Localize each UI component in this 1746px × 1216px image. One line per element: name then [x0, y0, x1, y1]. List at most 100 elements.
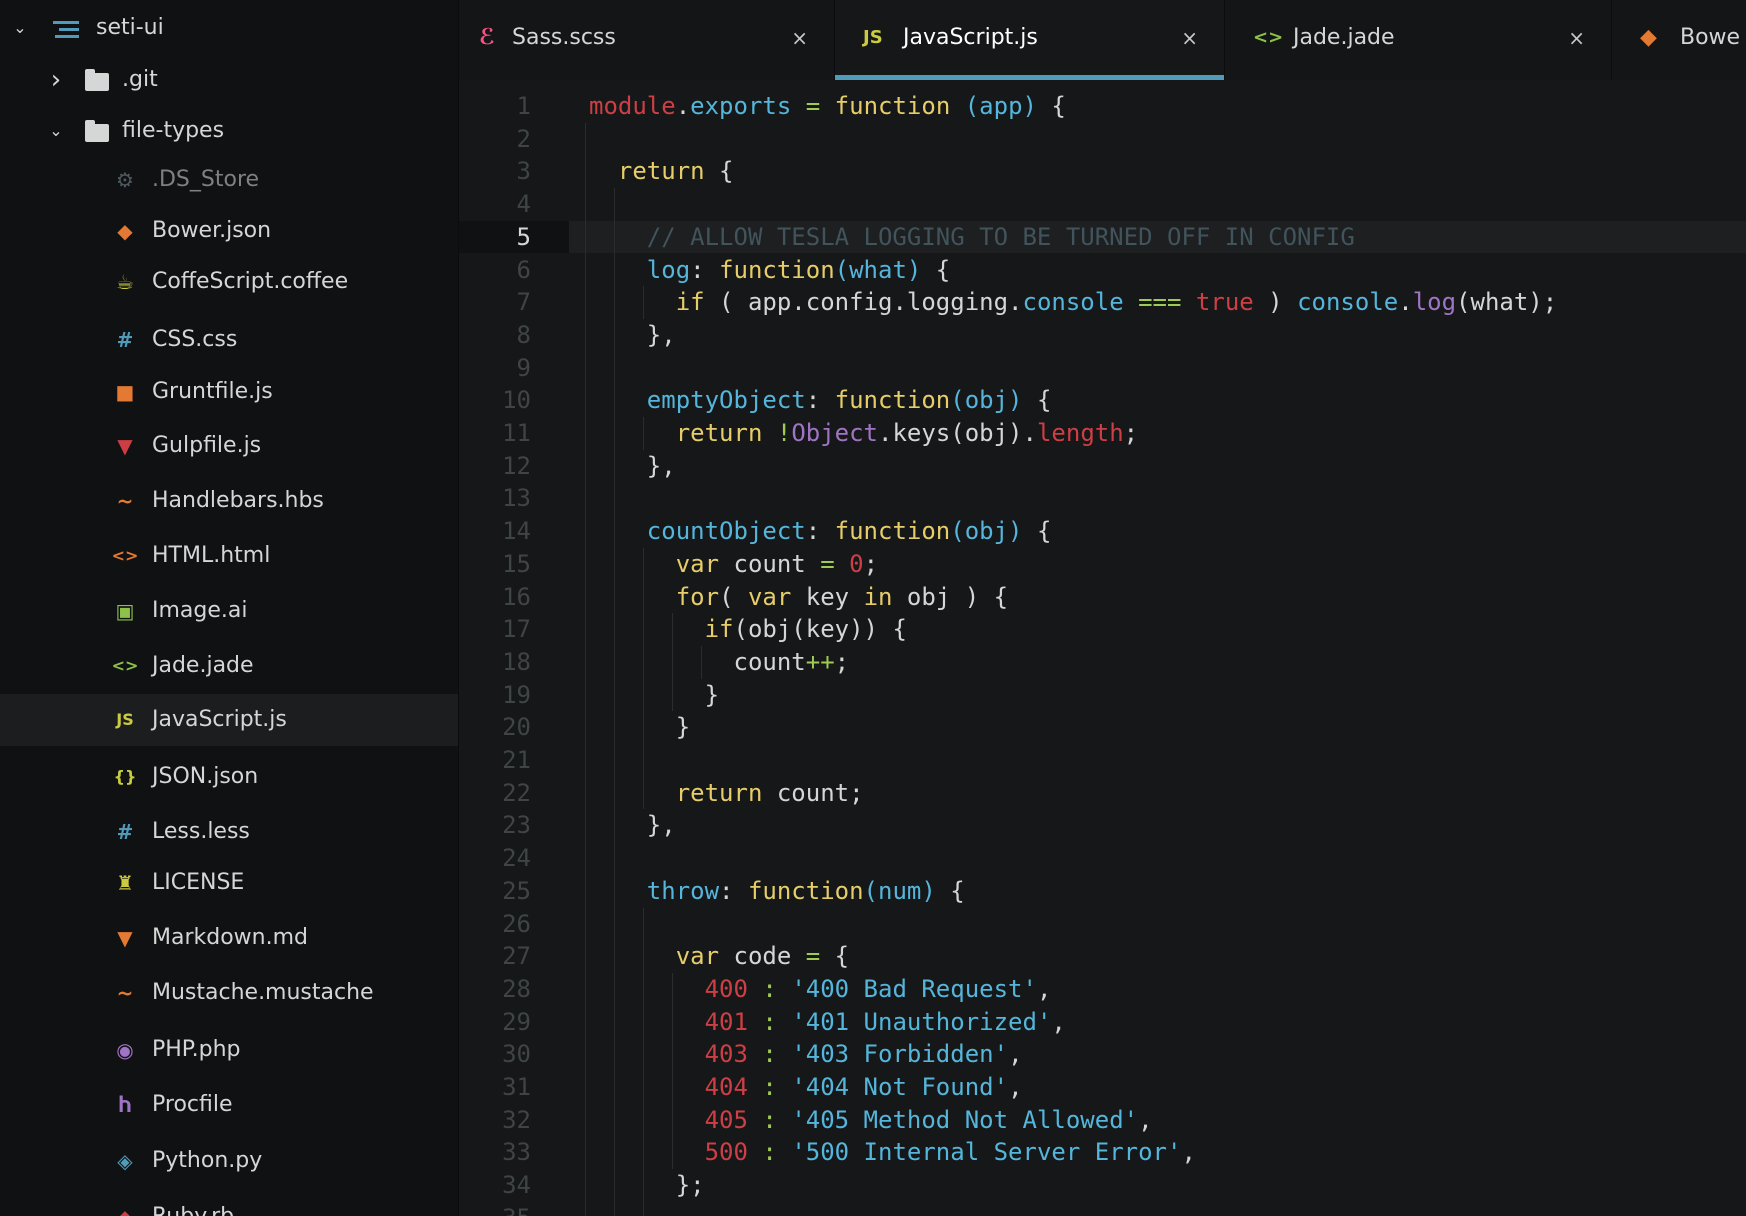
- tree-file[interactable]: # CSS.css: [0, 314, 458, 366]
- sass-icon: ℰ: [479, 25, 496, 50]
- tree-file[interactable]: ♜ LICENSE: [0, 857, 458, 909]
- tab-jade-jade[interactable]: <> Jade.jade ×: [1225, 0, 1612, 80]
- tree-item-label: Gruntfile.js: [152, 379, 273, 404]
- tree-file[interactable]: ▼ Gulpfile.js: [0, 420, 458, 472]
- code-line[interactable]: 9: [459, 352, 1746, 385]
- tree-file[interactable]: ◆ Bower.json: [0, 205, 458, 257]
- code-line[interactable]: 14 countObject: function(obj) {: [459, 515, 1746, 548]
- tree-file[interactable]: ◈ Python.py: [0, 1135, 458, 1187]
- tree-file[interactable]: Ⴙ Procfile: [0, 1079, 458, 1131]
- tree-view[interactable]: ⌄ seti-ui › .git ⌄ file-types ⚙ .DS_Store ◆ Bow…: [0, 0, 459, 1216]
- code-line[interactable]: 11 return !Object.keys(obj).length;: [459, 417, 1746, 450]
- code-line[interactable]: 35: [459, 1202, 1746, 1216]
- code-line[interactable]: 15 var count = 0;: [459, 548, 1746, 581]
- tree-file[interactable]: ⚙ .DS_Store: [0, 154, 458, 206]
- tree-folder[interactable]: › .git: [0, 54, 458, 106]
- code-line[interactable]: 5 // ALLOW TESLA LOGGING TO BE TURNED OF…: [459, 221, 1746, 254]
- code-line[interactable]: 19 }: [459, 679, 1746, 712]
- line-number: 26: [502, 909, 531, 938]
- tree-file[interactable]: ~ Mustache.mustache: [0, 967, 458, 1019]
- editor-window: ⌄ seti-ui › .git ⌄ file-types ⚙ .DS_Store ◆ Bow…: [0, 0, 1746, 1216]
- code-token: '403 Forbidden': [791, 1040, 1009, 1069]
- python-icon: ◈: [117, 1149, 133, 1173]
- tree-file[interactable]: # Less.less: [0, 806, 458, 858]
- tree-item-label: Jade.jade: [152, 653, 254, 678]
- chevron-down-icon[interactable]: ⌄: [10, 2, 30, 54]
- code-line[interactable]: 34 };: [459, 1169, 1746, 1202]
- code-token: :: [762, 1040, 777, 1069]
- code-token: key: [791, 582, 864, 611]
- code-line[interactable]: 30 403 : '403 Forbidden',: [459, 1038, 1746, 1071]
- tree-item-label: CSS.css: [152, 327, 238, 352]
- code-line[interactable]: 6 log: function(what) {: [459, 254, 1746, 287]
- code-text: 405 : '405 Method Not Allowed',: [589, 1104, 1153, 1137]
- code-line[interactable]: 31 404 : '404 Not Found',: [459, 1071, 1746, 1104]
- tree-folder[interactable]: ⌄ file-types: [0, 105, 458, 157]
- close-icon[interactable]: ×: [791, 0, 808, 76]
- tree-file[interactable]: ◆ Ruby.rb: [0, 1191, 458, 1216]
- code-line[interactable]: 26: [459, 908, 1746, 941]
- code-line[interactable]: 33 500 : '500 Internal Server Error',: [459, 1136, 1746, 1169]
- tree-file[interactable]: <> HTML.html: [0, 530, 458, 582]
- code-line[interactable]: 28 400 : '400 Bad Request',: [459, 973, 1746, 1006]
- code-token: '405 Method Not Allowed': [791, 1105, 1139, 1134]
- tab-sass-scss[interactable]: ℰ Sass.scss ×: [459, 0, 835, 80]
- line-number: 15: [502, 549, 531, 578]
- tree-file[interactable]: ◉ PHP.php: [0, 1024, 458, 1076]
- code-editor[interactable]: 1 module.exports = function (app) {2 3 ret…: [459, 80, 1746, 1216]
- close-icon[interactable]: ×: [1568, 0, 1585, 76]
- tab-bowe[interactable]: ◆ Bowe: [1612, 0, 1746, 80]
- chevron-down-icon[interactable]: ⌄: [46, 105, 66, 157]
- tab-javascript-js[interactable]: JS JavaScript.js ×: [835, 0, 1225, 80]
- line-number: 9: [516, 353, 531, 382]
- tree-file[interactable]: ▣ Image.ai: [0, 585, 458, 637]
- code-line[interactable]: 8 },: [459, 319, 1746, 352]
- tree-file[interactable]: ■ Gruntfile.js: [0, 366, 458, 418]
- code-line[interactable]: 16 for( var key in obj ) {: [459, 581, 1746, 614]
- code-token: 400: [704, 974, 748, 1003]
- code-line[interactable]: 32 405 : '405 Method Not Allowed',: [459, 1104, 1746, 1137]
- code-token: .keys(obj).: [878, 419, 1037, 447]
- tree-file[interactable]: ~ Handlebars.hbs: [0, 475, 458, 527]
- code-line[interactable]: 2: [459, 123, 1746, 156]
- tree-file[interactable]: {} JSON.json: [0, 751, 458, 803]
- tree-file[interactable]: JS JavaScript.js: [0, 694, 458, 746]
- code-text: 404 : '404 Not Found',: [589, 1071, 1023, 1104]
- code-line[interactable]: 24: [459, 842, 1746, 875]
- tree-item-label: Markdown.md: [152, 925, 308, 950]
- code-token: Object: [791, 419, 879, 447]
- code-line[interactable]: 25 throw: function(num) {: [459, 875, 1746, 908]
- code-line[interactable]: 17 if(obj(key)) {: [459, 613, 1746, 646]
- code-line[interactable]: 27 var code = {: [459, 940, 1746, 973]
- code-line[interactable]: 21: [459, 744, 1746, 777]
- code-line[interactable]: 3 return {: [459, 155, 1746, 188]
- tree-root-seti-ui[interactable]: ⌄ seti-ui: [0, 2, 458, 54]
- code-token: in: [863, 582, 893, 611]
- code-line[interactable]: 13: [459, 482, 1746, 515]
- tab-label: Sass.scss: [512, 25, 616, 50]
- chevron-right-icon[interactable]: ›: [46, 54, 66, 106]
- code-line[interactable]: 23 },: [459, 809, 1746, 842]
- tree-file[interactable]: <> Jade.jade: [0, 640, 458, 692]
- tree-file[interactable]: ☕ CoffeScript.coffee: [0, 256, 458, 308]
- code-line[interactable]: 12 },: [459, 450, 1746, 483]
- tree-file[interactable]: ▼ Markdown.md: [0, 912, 458, 964]
- code-token: (obj): [950, 517, 1023, 546]
- code-line[interactable]: 4: [459, 188, 1746, 221]
- close-icon[interactable]: ×: [1181, 0, 1198, 76]
- code-text: 500 : '500 Internal Server Error',: [589, 1136, 1196, 1169]
- code-line[interactable]: 29 401 : '401 Unauthorized',: [459, 1006, 1746, 1039]
- code-line[interactable]: 7 if ( app.config.logging.console === tr…: [459, 286, 1746, 319]
- code-line[interactable]: 22 return count;: [459, 777, 1746, 810]
- line-number: 22: [502, 778, 531, 807]
- code-line[interactable]: 20 }: [459, 711, 1746, 744]
- code-line[interactable]: 1 module.exports = function (app) {: [459, 90, 1746, 123]
- code-line[interactable]: 10 emptyObject: function(obj) {: [459, 384, 1746, 417]
- code-line[interactable]: 18 count++;: [459, 646, 1746, 679]
